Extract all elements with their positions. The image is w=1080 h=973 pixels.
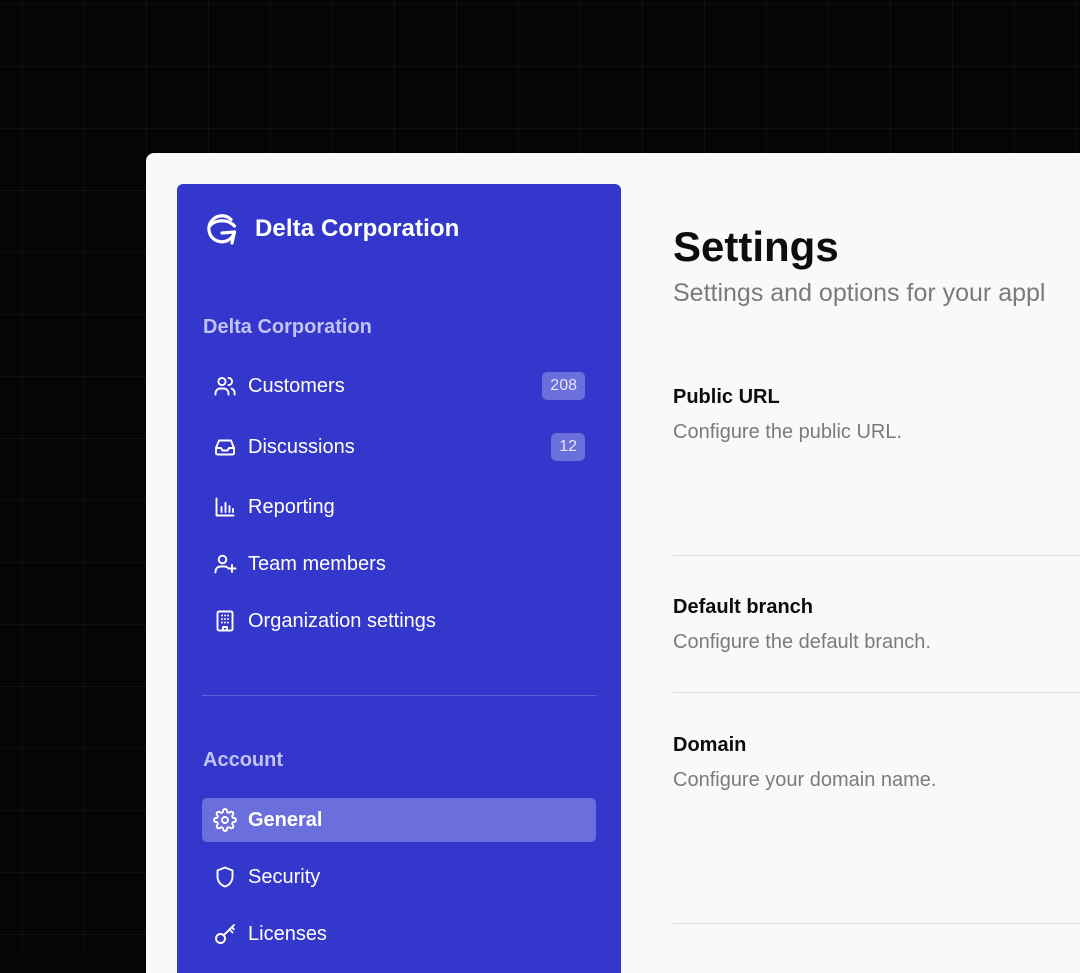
setting-public-url-title: Public URL [673,386,780,408]
setting-divider [673,555,1080,556]
sidebar-item-discussions[interactable]: Discussions 12 [202,425,596,469]
building-icon [216,610,234,632]
setting-domain-title: Domain [673,734,747,756]
sidebar-divider [202,695,597,696]
count-badge: 12 [551,433,585,461]
sidebar-item-security[interactable]: Security [202,855,596,899]
brand[interactable]: Delta Corporation [203,210,459,248]
sidebar-item-label: Reporting [248,495,335,518]
inbox-icon [215,439,235,456]
sidebar-item-reporting[interactable]: Reporting [202,485,596,529]
brand-logo-icon [207,214,237,245]
setting-default-branch-description: Configure the default branch. [673,631,931,653]
count-badge: 208 [542,372,585,400]
page-title: Settings [673,223,839,270]
sidebar-item-label: Organization settings [248,609,436,632]
sidebar-item-label: Customers [248,374,345,397]
sidebar-item-label: Security [248,865,321,888]
setting-divider [673,692,1080,693]
page-subtitle: Settings and options for your appl [673,279,1046,307]
account-section-title: Account [203,749,283,771]
sidebar: Delta Corporation Delta Corporation Cust… [177,184,621,973]
sidebar-item-label: Discussions [248,435,355,458]
users-icon [214,376,236,396]
sidebar-item-label: Licenses [248,922,327,945]
bar-chart-icon [215,497,235,517]
setting-domain-description: Configure your domain name. [673,769,937,791]
setting-public-url-description: Configure the public URL. [673,421,903,443]
setting-divider [673,923,1080,924]
sidebar-item-team-members[interactable]: Team members [202,542,596,586]
setting-default-branch-title: Default branch [673,596,814,618]
org-section-title: Delta Corporation [203,316,372,338]
brand-name: Delta Corporation [255,215,460,242]
sidebar-item-general[interactable]: General [202,798,596,842]
app-window: Delta Corporation Delta Corporation Cust… [146,153,1080,973]
sidebar-item-licenses[interactable]: Licenses [202,912,596,956]
sidebar-item-label: General [248,808,323,831]
user-plus-icon [214,554,237,574]
gear-icon [213,808,237,832]
sidebar-item-customers[interactable]: Customers 208 [202,364,596,408]
settings-content: Settings Settings and options for your a… [673,153,1080,973]
sidebar-item-label: Team members [248,552,386,575]
sidebar-item-organization-settings[interactable]: Organization settings [202,599,596,643]
shield-icon [216,866,234,888]
key-icon [215,924,235,944]
